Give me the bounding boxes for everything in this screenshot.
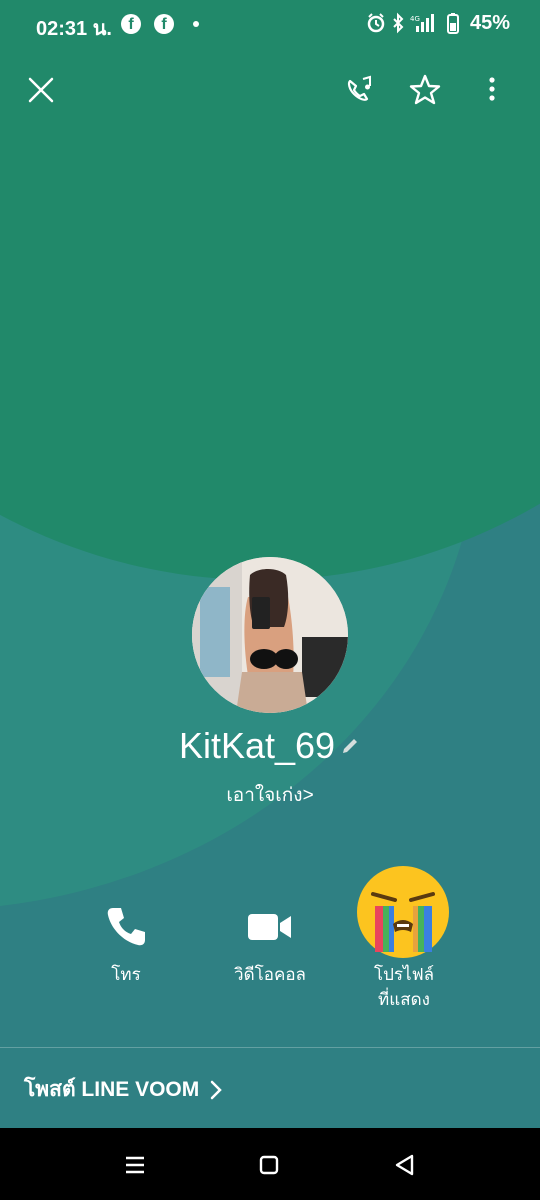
line-voom-label: โพสต์ LINE VOOM [24, 1078, 200, 1101]
facebook-icon: f [154, 14, 174, 34]
profile-screen: 02:31 น. f f 4G 45% KitKat_69 เอาใจเก่ง>… [0, 0, 540, 1200]
facebook-icon: f [121, 14, 141, 34]
profile-avatar[interactable] [192, 557, 348, 713]
call-settings-icon[interactable] [340, 70, 380, 110]
recent-apps-icon[interactable] [122, 1152, 148, 1178]
avatar-photo [192, 557, 348, 713]
status-message: เอาใจเก่ง [226, 785, 303, 806]
status-icons: 4G [367, 12, 459, 34]
video-call-label: วิดีโอคอล [234, 965, 306, 984]
battery-icon [447, 13, 459, 34]
profile-display-label-line2: ที่แสดง [378, 990, 430, 1009]
bluetooth-icon [393, 12, 404, 34]
edit-pencil-icon[interactable] [339, 735, 361, 757]
background-cover [0, 0, 540, 580]
close-icon[interactable] [21, 70, 61, 110]
video-call-icon [248, 914, 291, 940]
line-voom-link[interactable]: โพสต์ LINE VOOM [24, 1073, 223, 1106]
profile-name-row: KitKat_69 [0, 725, 540, 767]
divider [0, 1047, 540, 1048]
alarm-icon [367, 13, 385, 33]
call-label: โทร [111, 965, 141, 984]
system-nav-bar [0, 1128, 540, 1200]
battery-percent: 45% [469, 12, 510, 34]
status-bar: 02:31 น. f f 4G 45% [0, 0, 540, 48]
profile-name: KitKat_69 [178, 725, 336, 766]
phone-icon [107, 908, 145, 946]
back-icon[interactable] [392, 1152, 418, 1178]
profile-display-label: โปรไฟล์ ที่แสดง [334, 962, 474, 1012]
notification-dot [193, 21, 199, 27]
chevron-right-icon: > [302, 785, 314, 806]
home-icon[interactable] [256, 1152, 282, 1178]
status-time: 02:31 น. [36, 18, 112, 40]
status-message-row[interactable]: เอาใจเก่ง> [0, 780, 540, 810]
profile-display-label-line1: โปรไฟล์ [373, 965, 435, 984]
4g-signal-icon: 4G [410, 14, 434, 32]
favorite-star-icon[interactable] [405, 70, 445, 110]
svg-text:4G: 4G [410, 15, 420, 23]
crying-emoji-icon [357, 866, 449, 958]
chevron-right-icon [211, 1080, 223, 1099]
more-options-icon[interactable] [472, 70, 512, 110]
